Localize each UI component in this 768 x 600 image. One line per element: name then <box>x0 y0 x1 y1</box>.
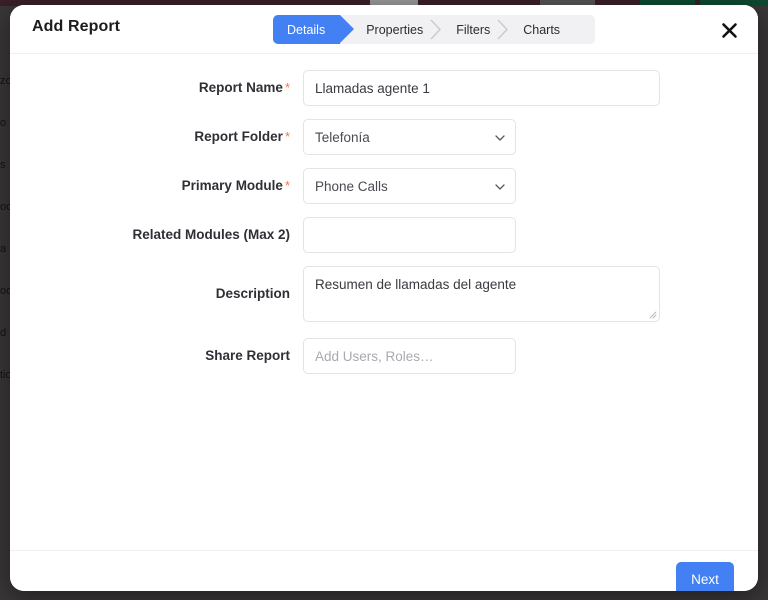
report-name-label: Report Name* <box>10 70 303 106</box>
stepper-step-label: Charts <box>523 23 560 37</box>
primary-module-field-wrap: Phone Calls <box>303 168 516 204</box>
report-folder-label-text: Report Folder <box>194 129 283 144</box>
close-icon <box>721 22 738 39</box>
next-button[interactable]: Next <box>676 562 734 591</box>
report-name-input[interactable]: Llamadas agente 1 <box>303 70 660 106</box>
share-report-input[interactable]: Add Users, Roles… <box>303 338 516 374</box>
required-asterisk: * <box>285 80 290 95</box>
dialog-body: Report Name* Llamadas agente 1 Report Fo… <box>10 54 758 550</box>
dialog-footer: Next <box>10 550 758 591</box>
description-label: Description <box>10 266 303 322</box>
dialog-header: Add Report Details Properties Filters Ch… <box>10 5 758 54</box>
share-report-label: Share Report <box>10 338 303 374</box>
related-modules-field-wrap <box>303 217 516 253</box>
primary-module-selected-value: Phone Calls <box>315 179 388 194</box>
report-folder-label: Report Folder* <box>10 119 303 155</box>
related-modules-input[interactable] <box>303 217 516 253</box>
stepper-step-label: Properties <box>366 23 423 37</box>
share-report-field-wrap: Add Users, Roles… <box>303 338 516 374</box>
report-name-field-wrap: Llamadas agente 1 <box>303 70 660 106</box>
required-asterisk: * <box>285 129 290 144</box>
add-report-dialog: Add Report Details Properties Filters Ch… <box>10 5 758 591</box>
chevron-down-icon <box>495 182 505 192</box>
description-textarea[interactable]: Resumen de llamadas del agente <box>303 266 660 322</box>
form-row-share-report: Share Report Add Users, Roles… <box>10 338 758 374</box>
chevron-down-icon <box>495 133 505 143</box>
report-folder-select[interactable]: Telefonía <box>303 119 516 155</box>
form-row-primary-module: Primary Module* Phone Calls <box>10 168 758 204</box>
stepper-step-filters[interactable]: Filters <box>436 15 503 44</box>
related-modules-label: Related Modules (Max 2) <box>10 217 303 253</box>
primary-module-select[interactable]: Phone Calls <box>303 168 516 204</box>
stepper-step-details[interactable]: Details <box>273 15 340 44</box>
stepper-step-charts[interactable]: Charts <box>503 15 573 44</box>
stepper-step-properties[interactable]: Properties <box>340 15 436 44</box>
report-name-label-text: Report Name <box>199 80 283 95</box>
form-row-description: Description Resumen de llamadas del agen… <box>10 266 758 322</box>
primary-module-label-text: Primary Module <box>182 178 283 193</box>
stepper-step-label: Details <box>287 23 325 37</box>
form-row-report-folder: Report Folder* Telefonía <box>10 119 758 155</box>
form-row-related-modules: Related Modules (Max 2) <box>10 217 758 253</box>
report-folder-selected-value: Telefonía <box>315 130 370 145</box>
description-field-wrap: Resumen de llamadas del agente <box>303 266 660 322</box>
primary-module-label: Primary Module* <box>10 168 303 204</box>
close-button[interactable] <box>716 17 742 43</box>
stepper-step-label: Filters <box>456 23 490 37</box>
required-asterisk: * <box>285 178 290 193</box>
form-row-report-name: Report Name* Llamadas agente 1 <box>10 70 758 106</box>
dialog-title: Add Report <box>32 18 120 36</box>
report-folder-field-wrap: Telefonía <box>303 119 516 155</box>
wizard-stepper: Details Properties Filters Charts <box>273 15 595 44</box>
